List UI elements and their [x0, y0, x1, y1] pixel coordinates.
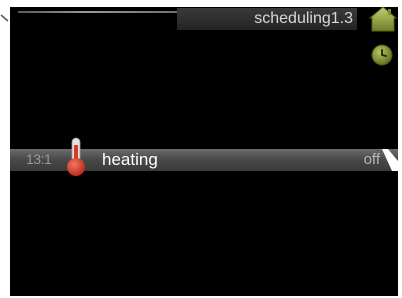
menu-row-label: heating: [102, 150, 158, 169]
home-icon[interactable]: [368, 7, 398, 32]
clock-icon[interactable]: [370, 43, 394, 67]
header-divider: [18, 11, 188, 13]
menu-row-value: off: [363, 151, 380, 168]
corner-mark: [0, 14, 9, 22]
menu-row-number: 13:1: [26, 151, 52, 167]
menu-row-heating[interactable]: 13:1 heating off: [10, 137, 398, 176]
page-title: scheduling1.3: [177, 8, 357, 30]
display-screen: scheduling1.3 13:1 heating off: [10, 7, 398, 296]
thermometer-icon: [67, 137, 85, 176]
row-end-marker: [382, 149, 398, 171]
